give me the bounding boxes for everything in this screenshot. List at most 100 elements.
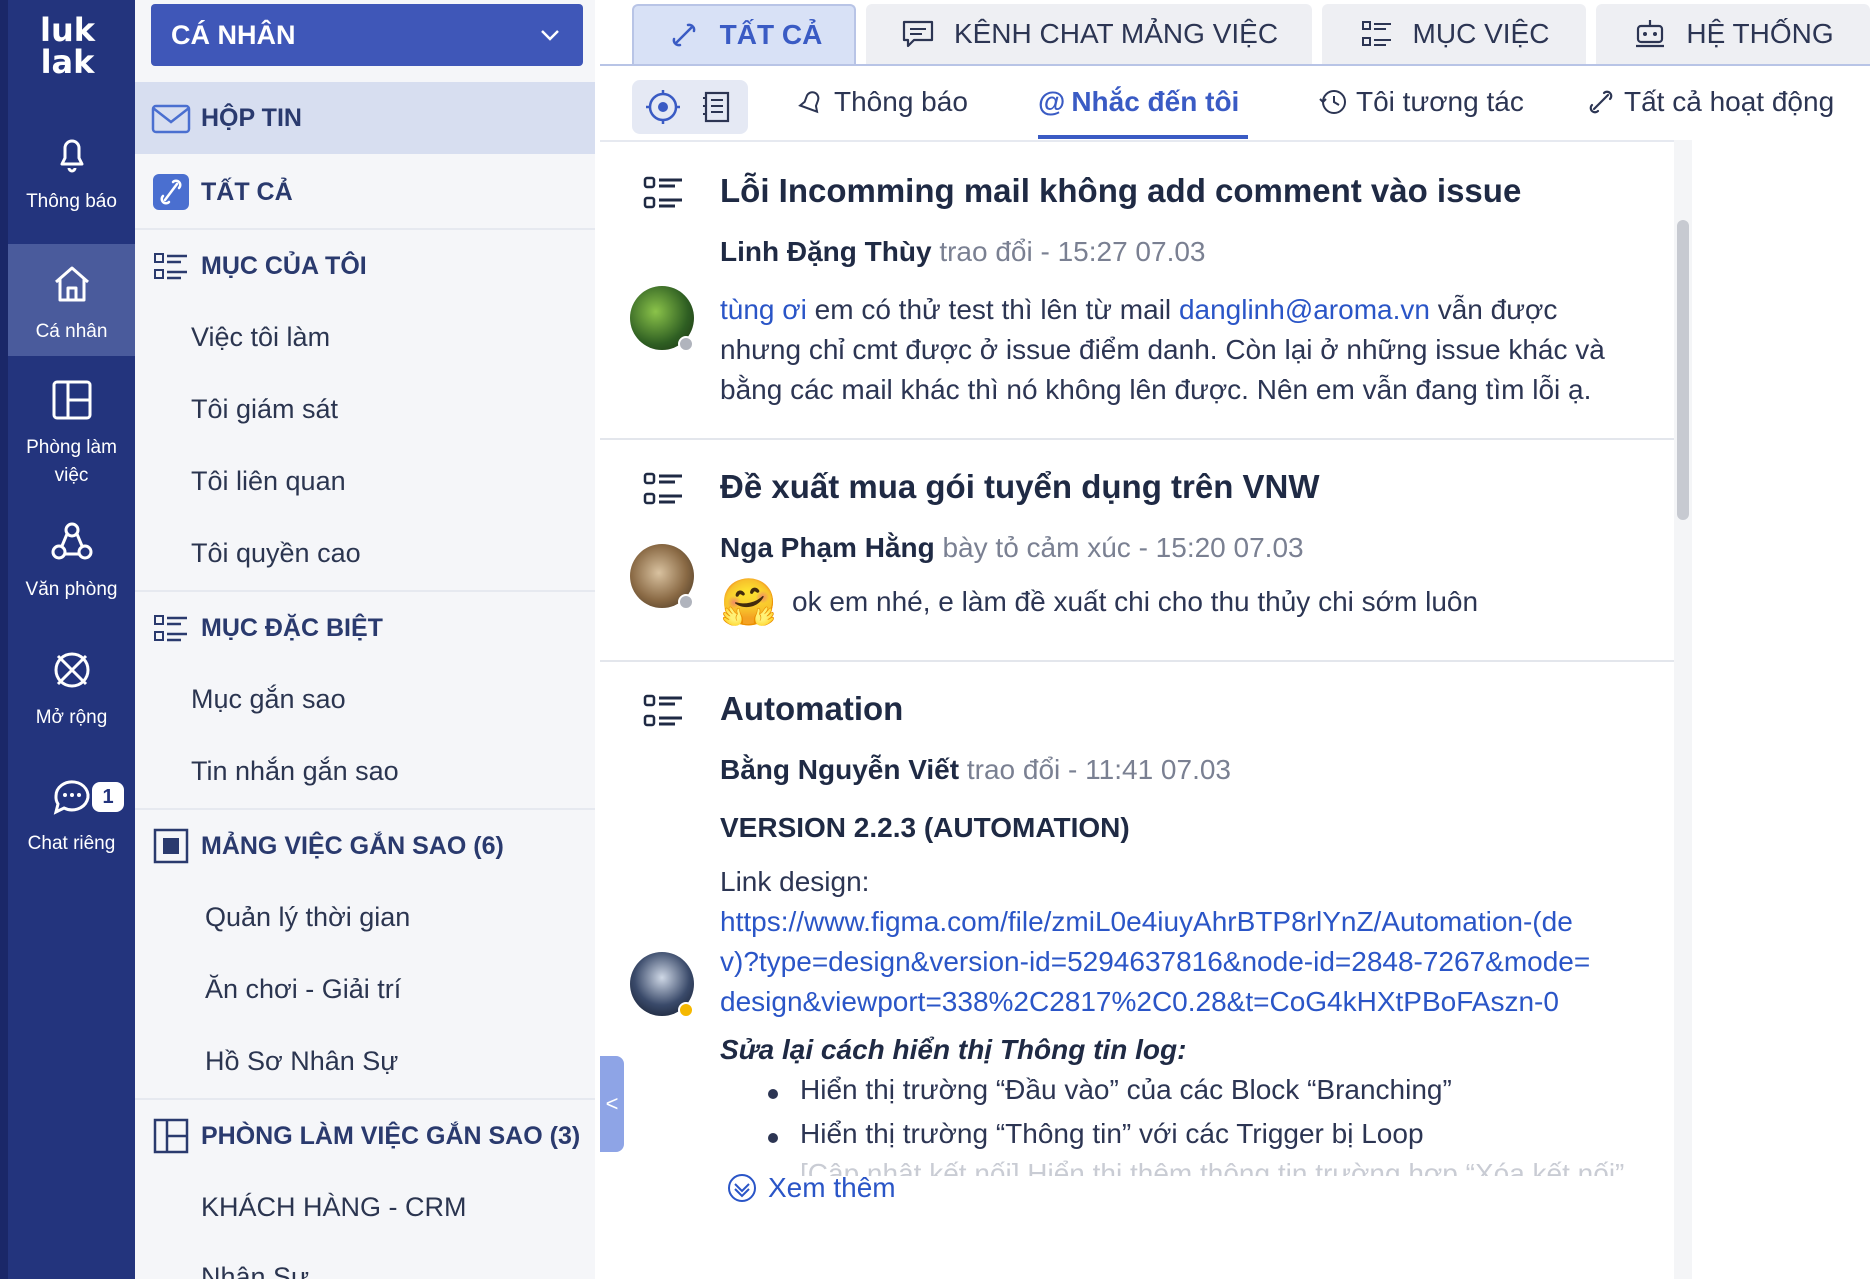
tab-system[interactable]: HỆ THỐNG xyxy=(1596,4,1870,64)
subtab-notifications[interactable]: Thông báo xyxy=(796,86,968,118)
panel-item-all[interactable]: TẤT CẢ xyxy=(135,156,595,228)
tab-work-items[interactable]: MỤC VIỆC xyxy=(1322,4,1586,64)
feed-item-title[interactable]: Lỗi Incomming mail không add comment vào… xyxy=(720,172,1521,210)
panel-subitem[interactable]: Tôi quyền cao xyxy=(191,538,361,569)
rail-workrooms-label-1: Phòng làm xyxy=(26,437,117,458)
subtab-my-interactions[interactable]: Tôi tương tác xyxy=(1318,86,1524,118)
rail-notifications[interactable]: Thông báo xyxy=(8,130,135,216)
feed-item[interactable]: Automation Bằng Nguyễn Viết trao đổi - 1… xyxy=(600,662,1674,1279)
subtab-mentions-label: Nhắc đến tôi xyxy=(1071,86,1240,117)
view-toggle xyxy=(632,80,748,134)
panel-subitem[interactable]: Quản lý thời gian xyxy=(205,902,410,933)
tab-network-chat[interactable]: KÊNH CHAT MẢNG VIỆC xyxy=(866,4,1312,64)
panel-section-my-items[interactable]: MỤC CỦA TÔI xyxy=(135,230,595,302)
link-icon xyxy=(1589,90,1613,114)
tab-system-label: HỆ THỐNG xyxy=(1686,18,1834,49)
rail-office[interactable]: Văn phòng xyxy=(8,518,135,604)
subtab-all-activities[interactable]: Tất cả hoạt động xyxy=(1586,86,1834,118)
list-icon xyxy=(643,694,682,727)
presence-dot xyxy=(678,336,694,352)
panel-section-my-items-label: MỤC CỦA TÔI xyxy=(201,251,367,280)
action-time: trao đổi - 15:27 07.03 xyxy=(939,236,1206,267)
scope-dropdown[interactable]: CÁ NHÂN xyxy=(151,4,583,66)
panel-subitem[interactable]: Tin nhắn gắn sao xyxy=(191,756,399,787)
list-icon xyxy=(643,472,682,505)
top-tabs: TẤT CẢ KÊNH CHAT MẢNG VIỆC MỤC VIỆC HỆ T… xyxy=(600,0,1870,66)
unread-badge: 1 xyxy=(92,782,124,812)
left-rail: luk lak Thông báo Cá nhân Phòng làm việc… xyxy=(0,0,135,1279)
home-icon xyxy=(54,266,89,302)
feed-scrollbar-thumb[interactable] xyxy=(1677,220,1689,520)
panel-section-starred-rooms-label: PHÒNG LÀM VIỆC GẮN SAO (3) xyxy=(201,1121,581,1150)
link-icon xyxy=(672,23,696,47)
author-name[interactable]: Nga Phạm Hằng xyxy=(720,532,935,563)
panel-subitem[interactable]: Ăn chơi - Giải trí xyxy=(205,974,401,1005)
subtab-mentions[interactable]: @ Nhắc đến tôi xyxy=(1038,86,1239,118)
logo-text-bottom: lak xyxy=(40,43,95,81)
chevron-down-circle-icon xyxy=(728,1174,756,1202)
panel-section-starred-networks[interactable]: MẢNG VIỆC GẮN SAO (6) xyxy=(135,810,595,882)
tab-network-chat-label: KÊNH CHAT MẢNG VIỆC xyxy=(953,18,1279,49)
bullet xyxy=(768,1133,778,1143)
document-list-icon[interactable] xyxy=(700,90,734,124)
rail-private-chat[interactable]: Chat riêng 1 xyxy=(8,772,135,858)
feed-item-title[interactable]: Automation xyxy=(720,690,903,728)
panel-item-inbox[interactable]: HỘP TIN xyxy=(135,82,595,154)
link-icon xyxy=(153,174,189,210)
history-icon xyxy=(1319,90,1346,114)
body-line: nhưng chỉ cmt được ở issue điểm danh. Cò… xyxy=(720,334,1605,365)
email-link[interactable]: danglinh@aroma.vn xyxy=(1179,294,1430,325)
feed-item-body: Link design: https://www.figma.com/file/… xyxy=(720,862,1650,1022)
lukluk-logo[interactable]: luk lak xyxy=(20,14,115,94)
rail-private-chat-label: Chat riêng xyxy=(27,833,116,854)
presence-dot xyxy=(678,594,694,610)
see-more-button[interactable]: Xem thêm xyxy=(726,1172,896,1204)
panel-subitem[interactable]: Hồ Sơ Nhân Sự xyxy=(205,1046,398,1077)
list-icon xyxy=(154,253,187,280)
feed-item-meta: Bằng Nguyễn Viết trao đổi - 11:41 07.03 xyxy=(720,754,1231,786)
rail-workrooms[interactable]: Phòng làm việc xyxy=(8,376,135,490)
presence-dot xyxy=(678,1002,694,1018)
bullet-text: Hiển thị trường “Đầu vào” của các Block … xyxy=(800,1074,1452,1105)
list-icon xyxy=(154,615,187,642)
panel-subitem[interactable]: Tôi giám sát xyxy=(191,394,338,425)
action-time: bày tỏ cảm xúc - 15:20 07.03 xyxy=(942,532,1304,563)
feed-item-body: ok em nhé, e làm đề xuất chi cho thu thủ… xyxy=(792,586,1479,617)
panel-subitem[interactable]: Việc tôi làm xyxy=(191,322,330,353)
bell-icon xyxy=(60,139,83,173)
panel-subitem[interactable]: Mục gắn sao xyxy=(191,684,346,715)
rail-personal[interactable]: Cá nhân xyxy=(8,244,135,356)
panel-section-starred-rooms[interactable]: PHÒNG LÀM VIỆC GẮN SAO (3) xyxy=(135,1100,595,1172)
feed-item[interactable]: Đề xuất mua gói tuyển dụng trên VNW Nga … xyxy=(600,440,1674,660)
at-icon: @ xyxy=(1038,86,1066,117)
panel-subitem[interactable]: KHÁCH HÀNG - CRM xyxy=(201,1192,467,1223)
rail-extend[interactable]: Mở rộng xyxy=(8,646,135,732)
feed-item[interactable]: Lỗi Incomming mail không add comment vào… xyxy=(600,142,1674,438)
subtab-all-activities-label: Tất cả hoạt động xyxy=(1624,86,1835,117)
feed-item-title[interactable]: Đề xuất mua gói tuyển dụng trên VNW xyxy=(720,468,1320,506)
feed-item-body: tùng ơi em có thử test thì lên từ mail d… xyxy=(720,290,1650,410)
bullet-text: Hiển thị trường “Thông tin” với các Trig… xyxy=(800,1118,1424,1149)
panel-subitem[interactable]: Nhân Sự xyxy=(201,1262,309,1279)
panel-subitem[interactable]: Tôi liên quan xyxy=(191,466,346,497)
target-icon[interactable] xyxy=(646,90,680,124)
app-root: luk lak Thông báo Cá nhân Phòng làm việc… xyxy=(0,0,1870,1279)
rail-notifications-label: Thông báo xyxy=(26,191,117,212)
tab-all[interactable]: TẤT CẢ xyxy=(632,4,856,64)
inbox-icon xyxy=(151,104,191,134)
figma-link-line[interactable]: v)?type=design&version-id=5294637816&nod… xyxy=(720,942,1650,982)
author-name[interactable]: Linh Đặng Thùy xyxy=(720,236,932,267)
scope-dropdown-label: CÁ NHÂN xyxy=(171,20,296,50)
figma-link-line[interactable]: design&viewport=338%2C2817%2C0.28&t=CoG4… xyxy=(720,982,1650,1022)
collapse-panel-button[interactable]: < xyxy=(600,1056,624,1152)
bullet xyxy=(768,1089,778,1099)
feed-item-meta: Nga Phạm Hằng bày tỏ cảm xúc - 15:20 07.… xyxy=(720,532,1304,564)
chat-bubble-icon xyxy=(902,20,934,48)
extend-icon xyxy=(54,652,89,688)
rail-workrooms-label-2: việc xyxy=(54,465,89,486)
author-name[interactable]: Bằng Nguyễn Viết xyxy=(720,754,959,785)
figma-link-line[interactable]: https://www.figma.com/file/zmiL0e4iuyAhr… xyxy=(720,902,1650,942)
body-line: bằng các mail khác thì nó không lên được… xyxy=(720,374,1592,405)
mention-link[interactable]: tùng ơi xyxy=(720,294,807,325)
panel-section-special[interactable]: MỤC ĐẶC BIỆT xyxy=(135,592,595,664)
